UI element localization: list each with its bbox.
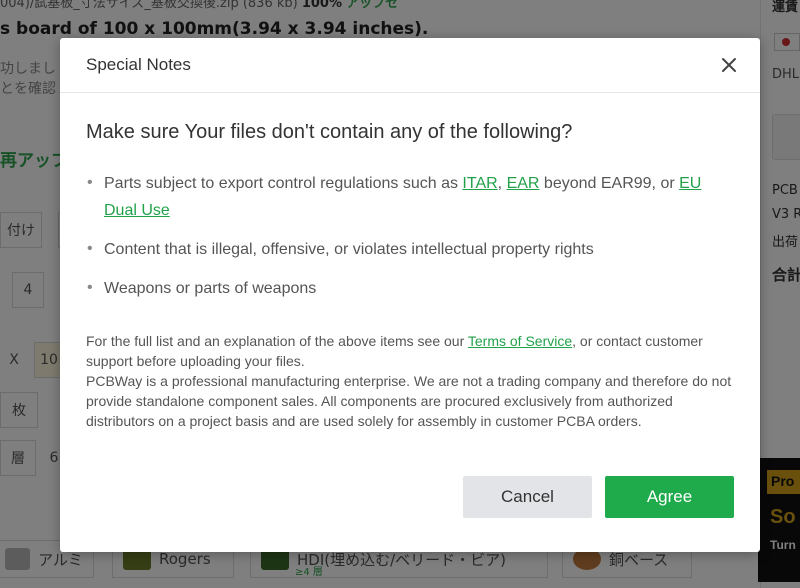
dialog-header: Special Notes (60, 38, 760, 93)
dialog-heading: Make sure Your files don't contain any o… (86, 121, 573, 143)
dialog-title: Special Notes (86, 55, 191, 74)
close-icon (722, 58, 736, 72)
item-text: beyond EAR99, or (539, 175, 680, 192)
dialog-footer: Cancel Agree (463, 476, 734, 518)
special-notes-dialog: Special Notes Make sure Your files don't… (60, 38, 760, 552)
restricted-items-list: Parts subject to export control regulati… (86, 169, 734, 302)
cancel-button[interactable]: Cancel (463, 476, 592, 518)
agree-button[interactable]: Agree (605, 476, 734, 518)
fineprint: For the full list and an explanation of … (86, 331, 734, 431)
terms-of-service-link[interactable]: Terms of Service (468, 333, 572, 349)
terms-note: For the full list and an explanation of … (86, 331, 734, 371)
company-disclaimer: PCBWay is a professional manufacturing e… (86, 373, 732, 429)
close-button[interactable] (718, 54, 740, 76)
list-item-export-control: Parts subject to export control regulati… (86, 169, 734, 224)
item-separator: , (497, 175, 507, 192)
ear-link[interactable]: EAR (507, 175, 540, 192)
list-item-illegal-content: Content that is illegal, offensive, or v… (86, 235, 734, 263)
item-text: Parts subject to export control regulati… (104, 175, 463, 192)
dialog-body: Make sure Your files don't contain any o… (60, 121, 760, 431)
terms-note-text: For the full list and an explanation of … (86, 333, 468, 349)
itar-link[interactable]: ITAR (462, 175, 497, 192)
list-item-weapons: Weapons or parts of weapons (86, 274, 734, 302)
